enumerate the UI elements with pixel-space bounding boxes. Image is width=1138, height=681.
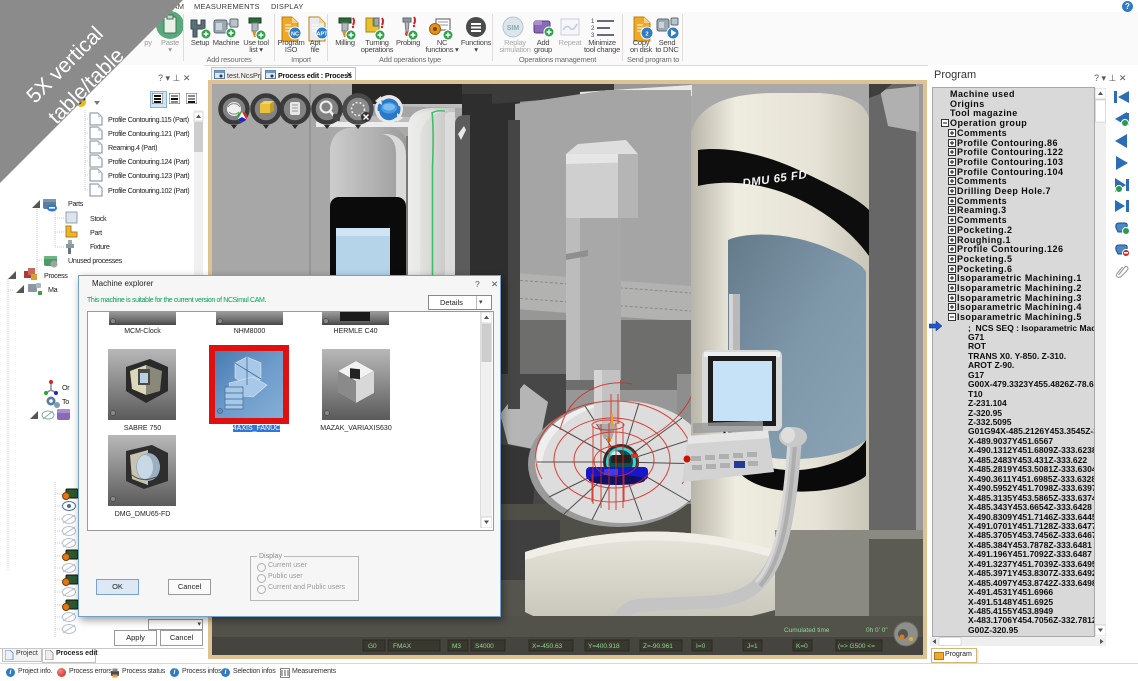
svg-text:J=1: J=1 <box>747 643 758 650</box>
svg-text:SIM: SIM <box>507 25 520 32</box>
svg-text:FMAX: FMAX <box>393 643 412 650</box>
svg-text:2: 2 <box>645 32 648 38</box>
svg-text:I=0: I=0 <box>696 643 706 650</box>
svg-text:K=0: K=0 <box>796 643 808 650</box>
svg-text:0h 0' 0": 0h 0' 0" <box>866 627 888 634</box>
svg-text:NC: NC <box>291 32 299 38</box>
svg-text:G0: G0 <box>368 643 377 650</box>
svg-text:Y=400.918: Y=400.918 <box>588 643 620 650</box>
svg-text:S4000: S4000 <box>475 643 494 650</box>
svg-text:(=> G500 <=: (=> G500 <= <box>838 643 875 650</box>
svg-text:M3: M3 <box>452 643 461 650</box>
svg-text:1: 1 <box>591 19 595 25</box>
svg-text:Z=-90.961: Z=-90.961 <box>643 643 673 650</box>
svg-text:X=-450.63: X=-450.63 <box>532 643 563 650</box>
svg-text:Cumulated time: Cumulated time <box>784 627 830 634</box>
svg-text:2: 2 <box>591 26 595 32</box>
